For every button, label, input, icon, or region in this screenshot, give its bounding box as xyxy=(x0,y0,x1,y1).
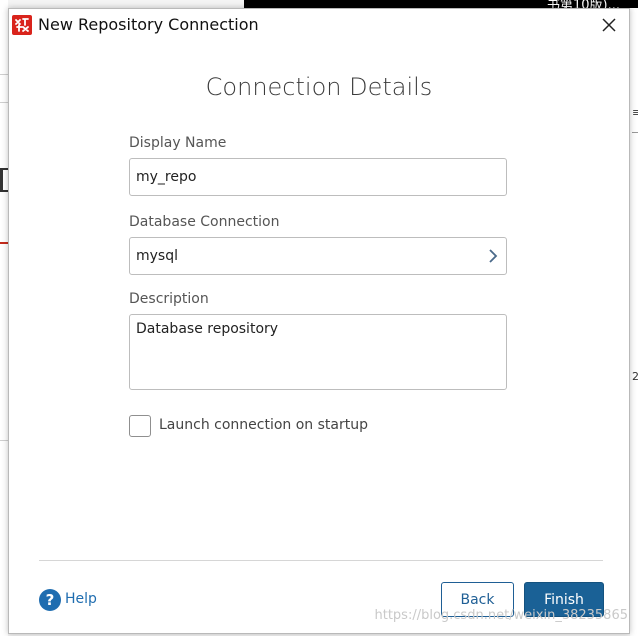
background-mark: 2 xyxy=(632,370,638,383)
footer-divider xyxy=(39,560,603,561)
dialog-titlebar: New Repository Connection xyxy=(9,9,629,43)
background-mark: ≡ xyxy=(632,106,638,119)
help-label: Help xyxy=(65,591,97,607)
launch-on-startup-label: Launch connection on startup xyxy=(159,417,368,433)
database-connection-label: Database Connection xyxy=(129,214,280,230)
database-connection-selector[interactable]: mysql xyxy=(129,237,507,275)
background-divider xyxy=(0,102,8,103)
background-divider xyxy=(632,132,638,133)
display-name-label: Display Name xyxy=(129,135,227,151)
watermark: https://blog.csdn.net/weixin_38235865 xyxy=(374,608,628,623)
background-divider xyxy=(0,440,8,441)
chevron-right-icon xyxy=(489,249,498,263)
database-connection-value: mysql xyxy=(136,248,178,264)
page-title: Connection Details xyxy=(205,73,433,101)
description-label: Description xyxy=(129,291,209,307)
background-left-strip xyxy=(0,0,8,636)
background-divider xyxy=(0,74,8,75)
help-icon: ? xyxy=(39,589,61,611)
background-topbar: 书第10版)... xyxy=(244,0,638,13)
new-repository-connection-dialog: New Repository Connection Connection Det… xyxy=(8,8,630,634)
launch-on-startup-checkbox[interactable] xyxy=(129,415,151,437)
description-textarea[interactable]: Database repository xyxy=(129,314,507,390)
display-name-input[interactable] xyxy=(129,158,507,196)
close-button[interactable] xyxy=(599,15,619,35)
close-icon xyxy=(602,18,616,32)
background-bracket xyxy=(0,168,8,192)
dialog-title: New Repository Connection xyxy=(38,15,259,34)
background-right-strip: ≡ 2 xyxy=(630,8,638,636)
app-logo-icon xyxy=(12,15,32,35)
background-red-line xyxy=(0,242,8,244)
